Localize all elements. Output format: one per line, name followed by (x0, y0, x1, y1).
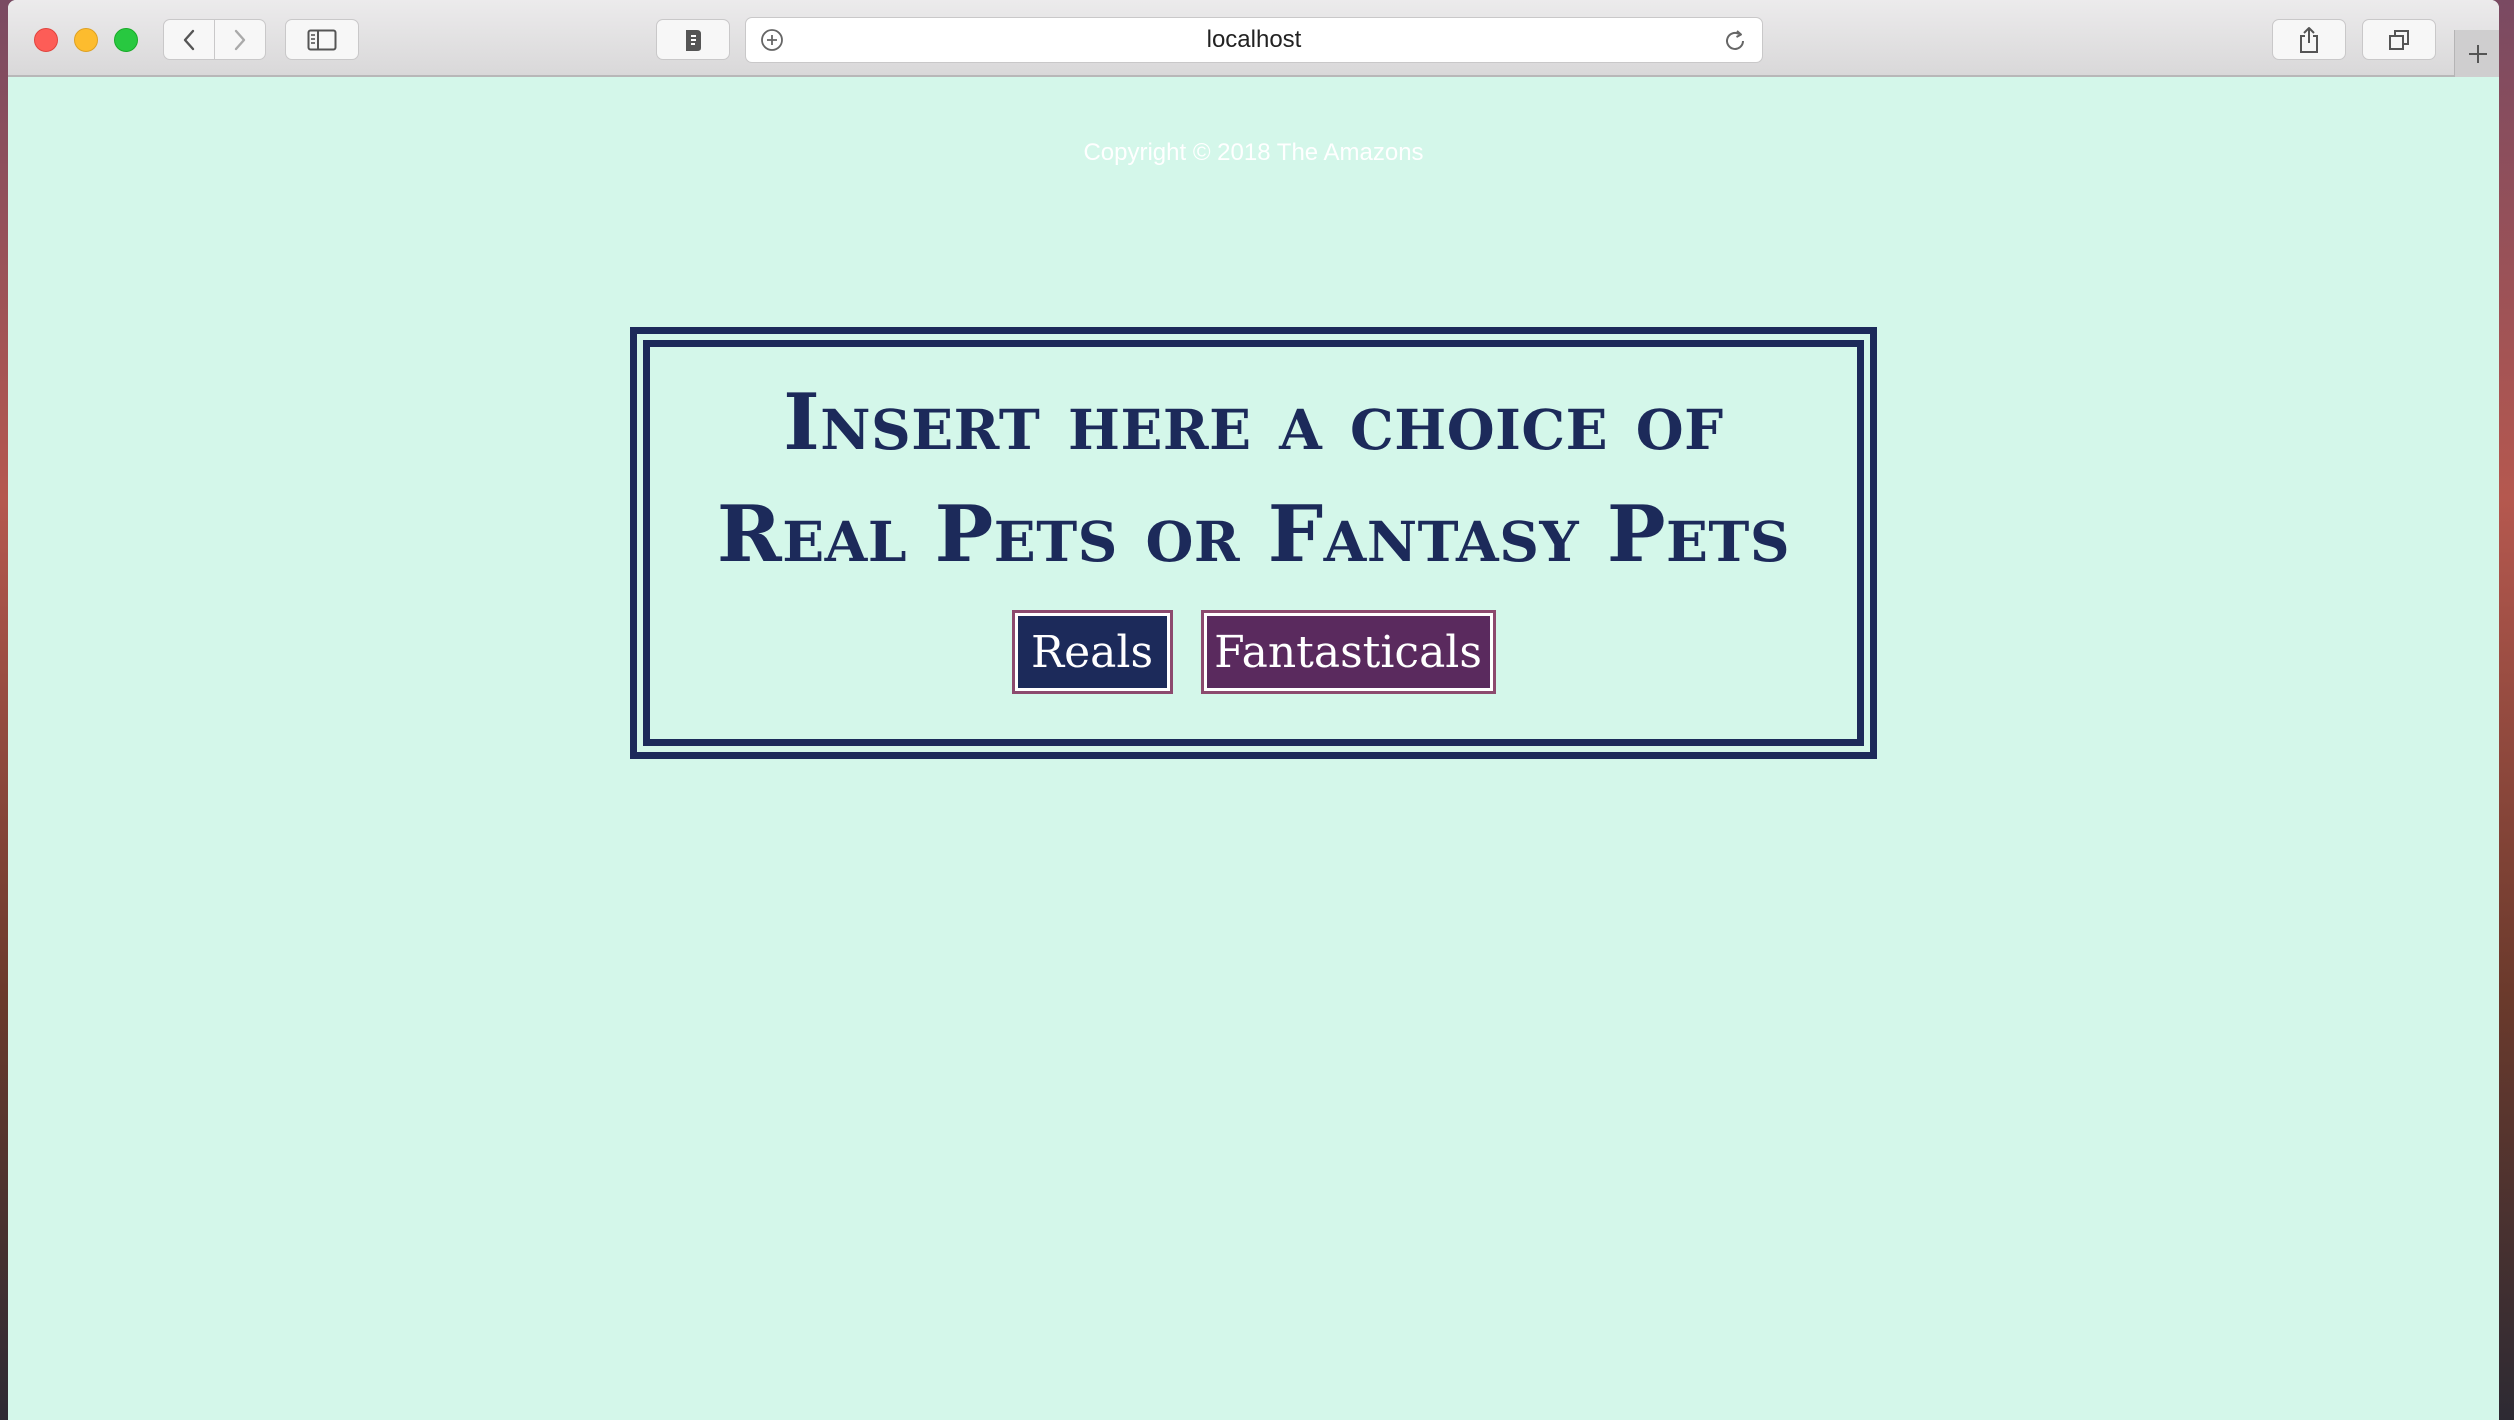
plus-icon (2468, 44, 2487, 63)
reals-button[interactable]: Reals (1011, 610, 1173, 694)
headline-line-1: Insert here a choice of (783, 377, 1724, 468)
address-url: localhost (1206, 26, 1302, 53)
extension-button[interactable] (656, 19, 730, 60)
sidebar-icon (307, 29, 337, 50)
close-window-button[interactable] (34, 28, 58, 52)
reload-icon[interactable] (1722, 28, 1748, 54)
page-content: Copyright © 2018 The Amazons Insert here… (8, 77, 2499, 1420)
tabs-overview-icon (2389, 29, 2409, 50)
new-tab-button[interactable] (2454, 30, 2499, 77)
navigation-buttons (163, 19, 266, 60)
chevron-right-icon (234, 29, 245, 50)
choice-panel-inner: Insert here a choice of Real Pets or Fan… (643, 340, 1864, 746)
browser-toolbar: localhost (8, 0, 2499, 77)
maximize-window-button[interactable] (114, 28, 138, 52)
minimize-window-button[interactable] (74, 28, 98, 52)
fantasticals-button-label: Fantasticals (1206, 616, 1490, 688)
page-headline: Insert here a choice of Real Pets or Fan… (650, 367, 1857, 591)
copyright-text: Copyright © 2018 The Amazons (1083, 139, 1424, 166)
forward-button[interactable] (214, 19, 266, 60)
fantasticals-button[interactable]: Fantasticals (1200, 610, 1496, 694)
sidebar-toggle-button[interactable] (285, 19, 359, 60)
share-icon (2300, 26, 2318, 53)
address-bar[interactable]: localhost (745, 17, 1763, 63)
extension-icon (686, 29, 701, 51)
headline-line-2: Real Pets or Fantasy Pets (716, 489, 1791, 580)
choice-buttons: Reals Fantasticals (650, 610, 1857, 694)
back-button[interactable] (163, 19, 215, 60)
reals-button-label: Reals (1017, 616, 1167, 688)
choice-panel: Insert here a choice of Real Pets or Fan… (630, 327, 1877, 759)
tab-overview-button[interactable] (2362, 19, 2436, 60)
share-button[interactable] (2272, 19, 2346, 60)
browser-window: localhost Copyright © 2018 The Amazons I… (8, 0, 2499, 1420)
chevron-left-icon (183, 29, 194, 50)
